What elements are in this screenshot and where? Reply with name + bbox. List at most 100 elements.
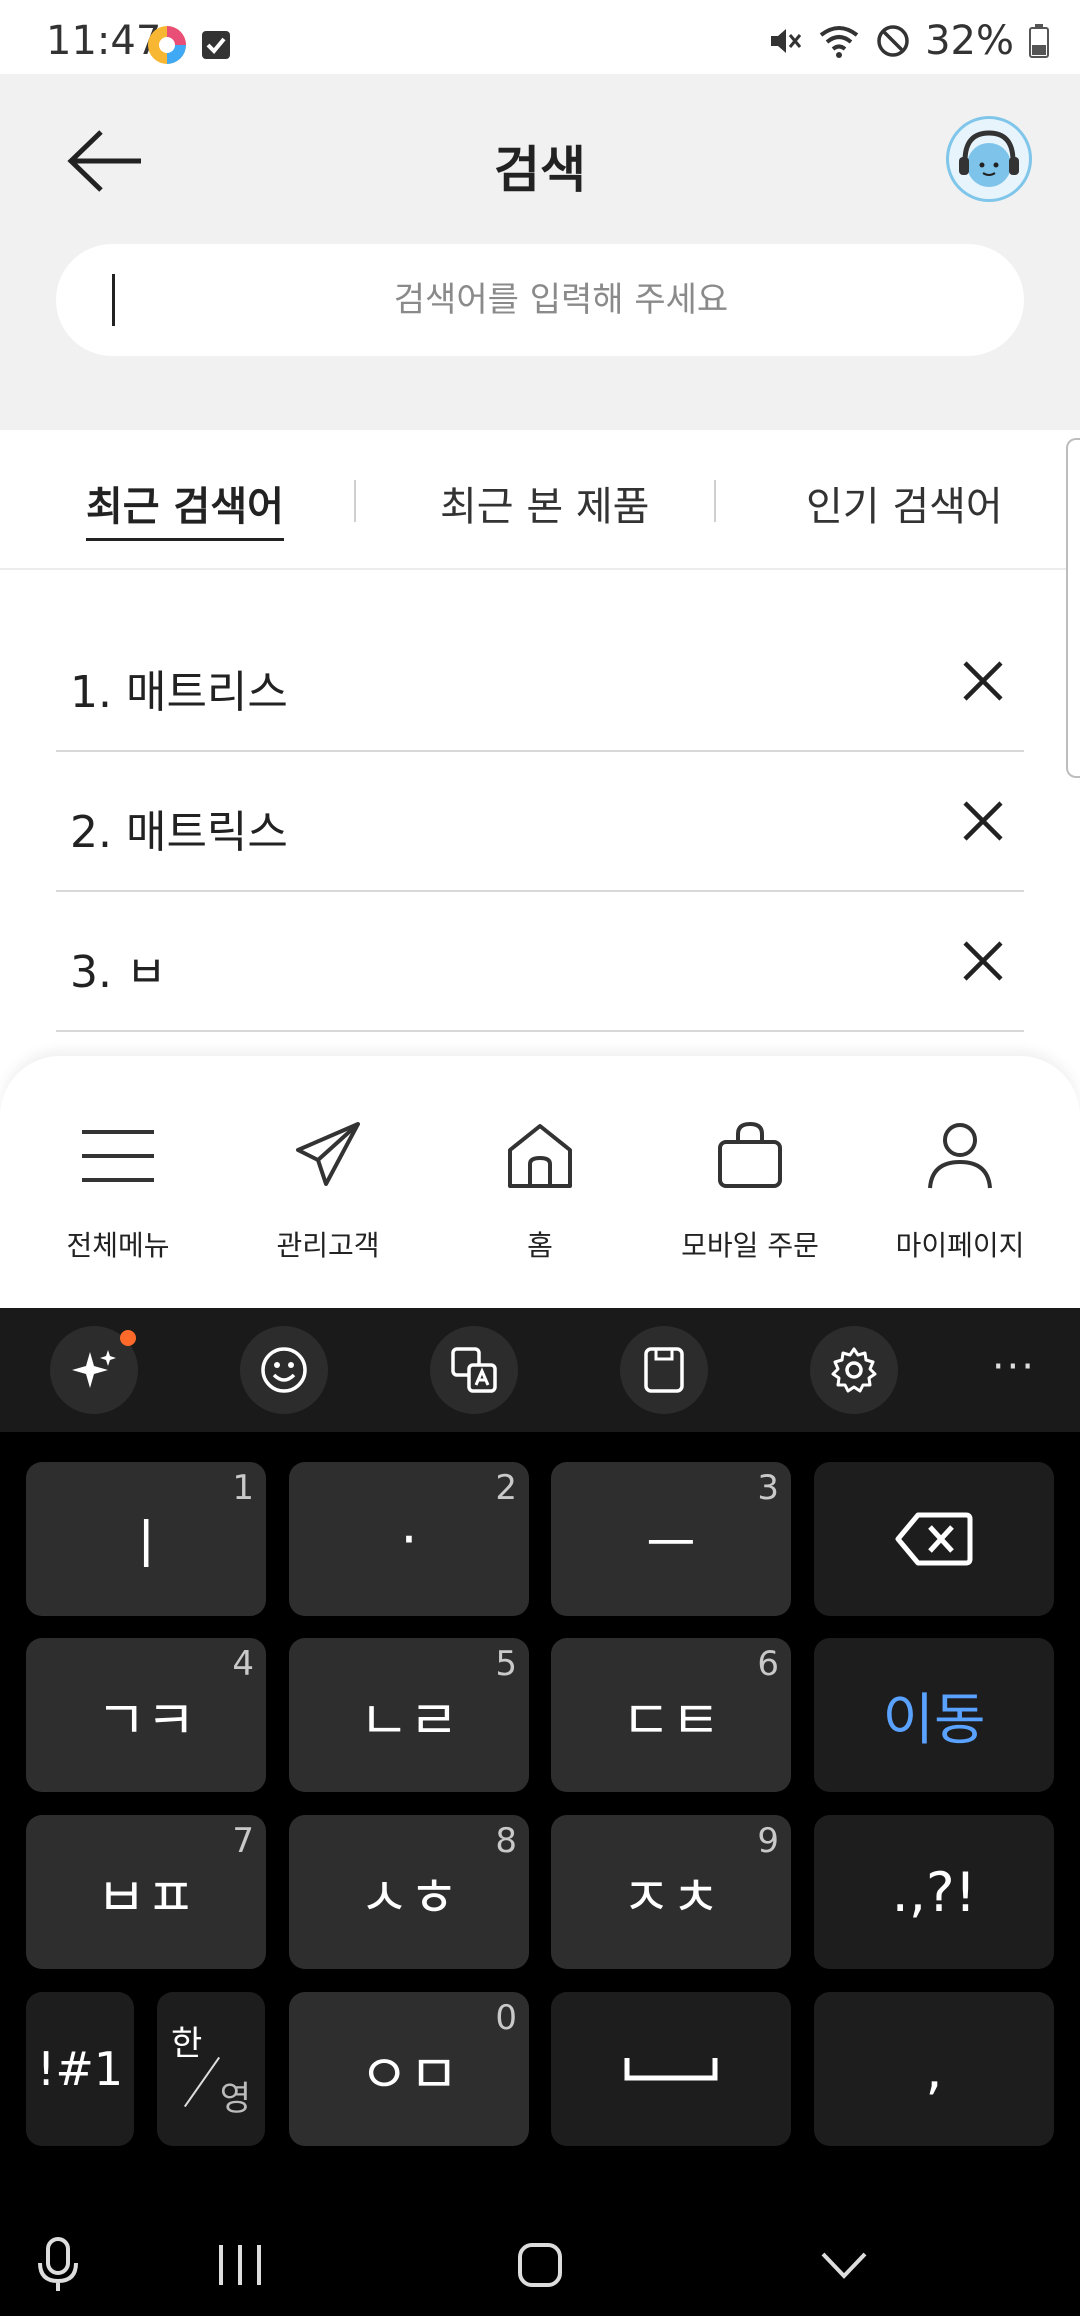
key-digeut-tieut[interactable]: ㄷㅌ 6: [551, 1638, 791, 1792]
home-system-button[interactable]: [500, 2230, 580, 2300]
keyboard: ··· ㅣ 1 · 2 ㅡ 3 ㄱㅋ 4 ㄴㄹ 5 ㄷㅌ 6 이동 ㅂㅍ 7 ㅅ: [0, 1308, 1080, 2316]
hide-keyboard-button[interactable]: [804, 2230, 884, 2300]
nav-my-page[interactable]: 마이페이지: [860, 1116, 1060, 1296]
nav-label: 모바일 주문: [681, 1229, 819, 1262]
key-number: 0: [495, 1998, 517, 2038]
status-bar: 11:47 32%: [0, 0, 1080, 74]
clipboard-icon: [644, 1347, 684, 1393]
key-label: ㄴㄹ: [359, 1688, 459, 1752]
recent-search-list: 1. 매트리스 2. 매트릭스 3. ㅂ: [56, 612, 1024, 1032]
clipboard-button[interactable]: [620, 1326, 708, 1414]
close-icon: [963, 941, 1003, 981]
nav-home[interactable]: 홈: [440, 1116, 640, 1296]
remove-search-button[interactable]: [956, 794, 1010, 848]
key-siot-hieut[interactable]: ㅅㅎ 8: [289, 1815, 529, 1969]
go-key[interactable]: 이동: [814, 1638, 1054, 1792]
search-box[interactable]: [56, 244, 1024, 356]
key-number: 7: [232, 1821, 254, 1861]
remove-search-button[interactable]: [956, 654, 1010, 708]
symbols-key[interactable]: !#1: [26, 1992, 134, 2146]
space-key[interactable]: [551, 1992, 791, 2146]
key-number: 2: [495, 1468, 517, 1508]
key-label: 한: [171, 2024, 203, 2064]
recent-apps-button[interactable]: [200, 2230, 280, 2300]
more-icon[interactable]: ···: [992, 1344, 1036, 1390]
text-cursor: [112, 274, 115, 326]
search-input[interactable]: [126, 244, 996, 356]
key-label: ㅡ: [646, 1512, 696, 1576]
key-label: ,: [925, 2037, 943, 2101]
status-notification-icons: [146, 24, 232, 66]
tab-divider: [714, 480, 716, 522]
dnd-icon: [877, 25, 909, 57]
hide-keyboard-icon: [821, 2252, 867, 2279]
key-number: 6: [757, 1644, 779, 1684]
key-dot[interactable]: · 2: [289, 1462, 529, 1616]
ai-tools-button[interactable]: [50, 1326, 138, 1414]
key-horizontal-stroke[interactable]: ㅡ 3: [551, 1462, 791, 1616]
remove-search-button[interactable]: [956, 934, 1010, 988]
key-label: 이동: [882, 1687, 986, 1753]
mute-icon: [771, 29, 802, 53]
key-number: 1: [232, 1468, 254, 1508]
tab-divider: [354, 480, 356, 522]
comma-key[interactable]: ,: [814, 1992, 1054, 2146]
tab-popular-searches[interactable]: 인기 검색어: [806, 474, 1003, 532]
list-item[interactable]: 2. 매트릭스: [56, 752, 1024, 892]
key-label: ㅈㅊ: [621, 1865, 721, 1929]
notification-dot: [120, 1330, 136, 1346]
page-title: 검색: [494, 141, 586, 199]
key-label: ㅇㅁ: [359, 2042, 459, 2106]
paper-plane-icon: [296, 1122, 360, 1186]
language-switch-key[interactable]: 한 영: [157, 1992, 265, 2146]
emoji-button[interactable]: [240, 1326, 328, 1414]
key-number: 3: [757, 1468, 779, 1508]
key-nieun-rieul[interactable]: ㄴㄹ 5: [289, 1638, 529, 1792]
voice-input-button[interactable]: [18, 2230, 98, 2300]
key-label: ㅂㅍ: [96, 1865, 196, 1929]
key-ieung-mieum[interactable]: ㅇㅁ 0: [289, 1992, 529, 2146]
mic-icon: [38, 2237, 78, 2291]
nav-all-menu[interactable]: 전체메뉴: [18, 1116, 218, 1296]
nav-label: 홈: [527, 1229, 553, 1262]
list-item[interactable]: 1. 매트리스: [56, 612, 1024, 752]
scrollbar[interactable]: [1066, 438, 1080, 778]
recent-search-text[interactable]: 1. 매트리스: [70, 656, 288, 720]
key-jieut-chieut[interactable]: ㅈㅊ 9: [551, 1815, 791, 1969]
wifi-icon: [819, 26, 859, 58]
color-app-icon: [148, 26, 186, 64]
nav-managed-customers[interactable]: 관리고객: [228, 1116, 428, 1296]
key-vertical-stroke[interactable]: ㅣ 1: [26, 1462, 266, 1616]
sparkle-ai-icon: [72, 1350, 116, 1388]
avatar[interactable]: [946, 116, 1032, 202]
key-bieup-pieup[interactable]: ㅂㅍ 7: [26, 1815, 266, 1969]
recent-search-text[interactable]: 3. ㅂ: [70, 936, 166, 1000]
shopping-bag-icon: [718, 1121, 782, 1188]
nav-mobile-order[interactable]: 모바일 주문: [650, 1116, 850, 1296]
tab-recent-searches[interactable]: 최근 검색어: [86, 474, 284, 541]
backspace-key[interactable]: [814, 1462, 1054, 1616]
key-number: 9: [757, 1821, 779, 1861]
home-button-icon: [518, 2243, 562, 2287]
recent-search-text[interactable]: 2. 매트릭스: [70, 796, 288, 860]
key-label: 영: [219, 2079, 251, 2119]
translate-button[interactable]: [430, 1326, 518, 1414]
tab-recently-viewed[interactable]: 최근 본 제품: [440, 474, 649, 532]
key-label: ㄱㅋ: [96, 1688, 196, 1752]
recents-icon: [219, 2245, 261, 2285]
status-time: 11:47: [46, 18, 162, 64]
person-icon: [928, 1123, 992, 1189]
battery-icon: [1029, 24, 1049, 58]
key-number: 5: [495, 1644, 517, 1684]
punctuation-key[interactable]: .,?!: [814, 1815, 1054, 1969]
key-giyeok-kieuk[interactable]: ㄱㅋ 4: [26, 1638, 266, 1792]
nav-label: 마이페이지: [895, 1229, 1025, 1262]
emoji-icon: [261, 1347, 307, 1393]
bottom-nav: 전체메뉴 관리고객 홈 모바일 주문 마이페이지: [0, 1056, 1080, 1308]
key-label: !#1: [36, 2042, 124, 2096]
space-icon: [624, 2058, 718, 2081]
list-item[interactable]: 3. ㅂ: [56, 892, 1024, 1032]
menu-icon: [82, 1130, 154, 1182]
key-label: .,?!: [891, 1860, 977, 1924]
keyboard-settings-button[interactable]: [810, 1326, 898, 1414]
